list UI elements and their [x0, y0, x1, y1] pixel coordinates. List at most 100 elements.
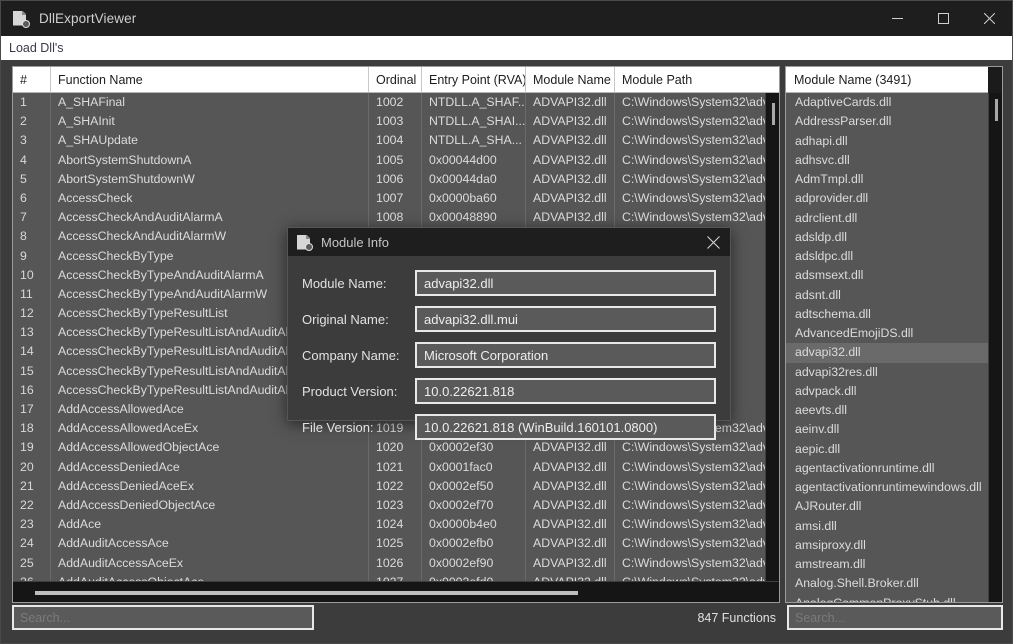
cell-function-name: AddAce — [51, 515, 369, 535]
search-input-functions-placeholder: Search... — [20, 610, 71, 625]
document-gear-icon — [13, 10, 30, 28]
column-header-ordinal[interactable]: Ordinal — [369, 67, 422, 92]
table-row[interactable]: 19 AddAccessAllowedObjectAce 1020 0x0002ef3… — [13, 438, 765, 458]
grid-horizontal-scroll-thumb[interactable] — [35, 591, 578, 595]
dialog-close-icon[interactable] — [696, 228, 730, 256]
column-header-function-name[interactable]: Function Name — [51, 67, 369, 92]
cell-module-path: C:\Windows\System32\adv — [622, 210, 765, 225]
list-item[interactable]: aeevts.dll — [786, 401, 988, 420]
search-input-functions[interactable]: Search... — [12, 605, 314, 630]
list-item[interactable]: amsi.dll — [786, 517, 988, 536]
cell-index: 10 — [13, 265, 51, 285]
close-icon[interactable] — [966, 1, 1012, 36]
cell-index: 23 — [13, 515, 51, 535]
table-row[interactable]: 21 AddAccessDeniedAceEx 1022 0x0002ef50 ADVA… — [13, 476, 765, 496]
cell-index: 1 — [13, 93, 51, 113]
dialog-field-label: Module Name: — [302, 275, 387, 291]
list-item[interactable]: agentactivationruntime.dll — [786, 459, 988, 478]
list-item[interactable]: advapi32.dll — [786, 343, 988, 363]
list-item[interactable]: adrclient.dll — [786, 209, 988, 228]
table-row[interactable]: 20 AddAccessDeniedAce 1021 0x0001fac0 ADVAPI… — [13, 457, 765, 477]
table-row[interactable]: 25 AddAuditAccessAceEx 1026 0x0002ef90 ADVAP… — [13, 553, 765, 573]
cell-module-name: ADVAPI32.dll — [526, 495, 615, 516]
module-list-scroll-thumb[interactable] — [995, 99, 998, 121]
cell-entry-point: 0x00044d00 — [422, 150, 526, 170]
window-title: DllExportViewer — [39, 11, 137, 26]
list-item[interactable]: adsnt.dll — [786, 286, 988, 305]
module-info-dialog: Module Info Module Name: advapi32.dll Orig… — [287, 227, 731, 440]
minimize-icon[interactable] — [874, 1, 920, 36]
grid-vertical-scrollbar[interactable] — [765, 93, 779, 581]
list-item[interactable]: amsiproxy.dll — [786, 536, 988, 555]
cell-module-path: C:\Windows\System32\adv — [622, 152, 765, 167]
table-row[interactable]: 3 A_SHAUpdate 1004 NTDLL.A_SHA... ADVAPI32.d… — [13, 131, 765, 151]
cell-index: 21 — [13, 476, 51, 496]
column-header-module-name[interactable]: Module Name — [526, 67, 615, 92]
cell-function-name: AddAccessDeniedAceEx — [51, 476, 369, 496]
dialog-field-row: Product Version: 10.0.22621.818 — [302, 378, 716, 404]
table-row[interactable]: 2 A_SHAInit 1003 NTDLL.A_SHAI... ADVAPI32.dl… — [13, 112, 765, 132]
dialog-field-value[interactable]: 10.0.22621.818 — [415, 378, 716, 404]
cell-module-name: ADVAPI32.dll — [526, 457, 615, 477]
column-header-entry-point[interactable]: Entry Point (RVA) — [422, 67, 526, 92]
cell-function-name: A_SHAInit — [51, 112, 369, 132]
cell-ordinal: 1007 — [369, 188, 422, 209]
list-item[interactable]: adtschema.dll — [786, 305, 988, 324]
list-item[interactable]: adhapi.dll — [786, 132, 988, 151]
cell-index: 18 — [13, 419, 51, 439]
list-item[interactable]: agentactivationruntimewindows.dll — [786, 478, 988, 497]
cell-index: 4 — [13, 150, 51, 170]
cell-module-name: ADVAPI32.dll — [526, 476, 615, 496]
dialog-field-row: Original Name: advapi32.dll.mui — [302, 306, 716, 332]
list-item[interactable]: adsldpc.dll — [786, 247, 988, 266]
list-item[interactable]: Analog.Shell.Broker.dll — [786, 574, 988, 593]
list-item[interactable]: advpack.dll — [786, 382, 988, 401]
cell-module-path: C:\Windows\System32\adv — [615, 573, 765, 581]
table-row[interactable]: 5 AbortSystemShutdownW 1006 0x00044da0 ADVAP… — [13, 169, 765, 189]
list-item[interactable]: AdmTmpl.dll — [786, 170, 988, 189]
grid-vertical-scroll-thumb[interactable] — [772, 103, 775, 125]
cell-index: 19 — [13, 438, 51, 458]
table-row[interactable]: 1 A_SHAFinal 1002 NTDLL.A_SHAF... ADVAPI32.d… — [13, 93, 765, 113]
table-row[interactable]: 7 AccessCheckAndAuditAlarmA 1008 0x00048890… — [13, 208, 765, 228]
cell-index: 9 — [13, 246, 51, 266]
list-item[interactable]: adsmsext.dll — [786, 266, 988, 285]
list-item[interactable]: advapi32res.dll — [786, 363, 988, 382]
table-row[interactable]: 23 AddAce 1024 0x0000b4e0 ADVAPI32.dll C:\Win… — [13, 515, 765, 535]
cell-ordinal: 1024 — [369, 515, 422, 535]
cell-index: 25 — [13, 553, 51, 573]
list-item[interactable]: AddressParser.dll — [786, 112, 988, 131]
list-item[interactable]: aeinv.dll — [786, 420, 988, 439]
table-row[interactable]: 6 AccessCheck 1007 0x0000ba60 ADVAPI32.dll C:… — [13, 188, 765, 209]
dialog-field-value[interactable]: advapi32.dll.mui — [415, 306, 716, 332]
table-row[interactable]: 22 AddAccessDeniedObjectAce 1023 0x0002ef70… — [13, 495, 765, 516]
list-item[interactable]: AdaptiveCards.dll — [786, 93, 988, 112]
cell-module-name: ADVAPI32.dll — [526, 150, 615, 170]
list-item[interactable]: amstream.dll — [786, 555, 988, 574]
column-header-module-path[interactable]: Module Path — [615, 67, 765, 92]
dialog-field-value[interactable]: Microsoft Corporation — [415, 342, 716, 368]
table-row[interactable]: 4 AbortSystemShutdownA 1005 0x00044d00 ADVAP… — [13, 150, 765, 170]
cell-function-name: AddAuditAccessAce — [51, 534, 369, 554]
maximize-icon[interactable] — [920, 1, 966, 36]
list-item[interactable]: aepic.dll — [786, 440, 988, 459]
dialog-field-value[interactable]: advapi32.dll — [415, 270, 716, 296]
column-header-index[interactable]: # — [13, 67, 51, 92]
list-item[interactable]: adhsvc.dll — [786, 151, 988, 170]
menu-item-load-dlls[interactable]: Load Dll's — [1, 36, 71, 60]
dialog-field-value[interactable]: 10.0.22621.818 (WinBuild.160101.0800) — [415, 414, 716, 440]
table-row[interactable]: 24 AddAuditAccessAce 1025 0x0002efb0 ADVAPI3… — [13, 534, 765, 554]
cell-module-path: C:\Windows\System32\adv — [622, 517, 765, 532]
grid-horizontal-scrollbar[interactable] — [13, 581, 779, 602]
list-item[interactable]: AJRouter.dll — [786, 497, 988, 516]
cell-entry-point: 0x00048890 — [422, 208, 526, 228]
cell-index: 7 — [13, 208, 51, 228]
module-list-scrollbar[interactable] — [988, 93, 1002, 602]
list-item[interactable]: adprovider.dll — [786, 189, 988, 208]
cell-entry-point: 0x0002ef90 — [422, 553, 526, 573]
search-input-modules[interactable]: Search... — [787, 605, 1003, 630]
list-item[interactable]: AdvancedEmojiDS.dll — [786, 324, 988, 343]
list-item[interactable]: adsldp.dll — [786, 228, 988, 247]
table-row[interactable]: 26AddAuditAccessObjectAce10270x0002efd0A… — [13, 572, 765, 581]
module-list-header[interactable]: Module Name (3491) — [786, 67, 988, 93]
